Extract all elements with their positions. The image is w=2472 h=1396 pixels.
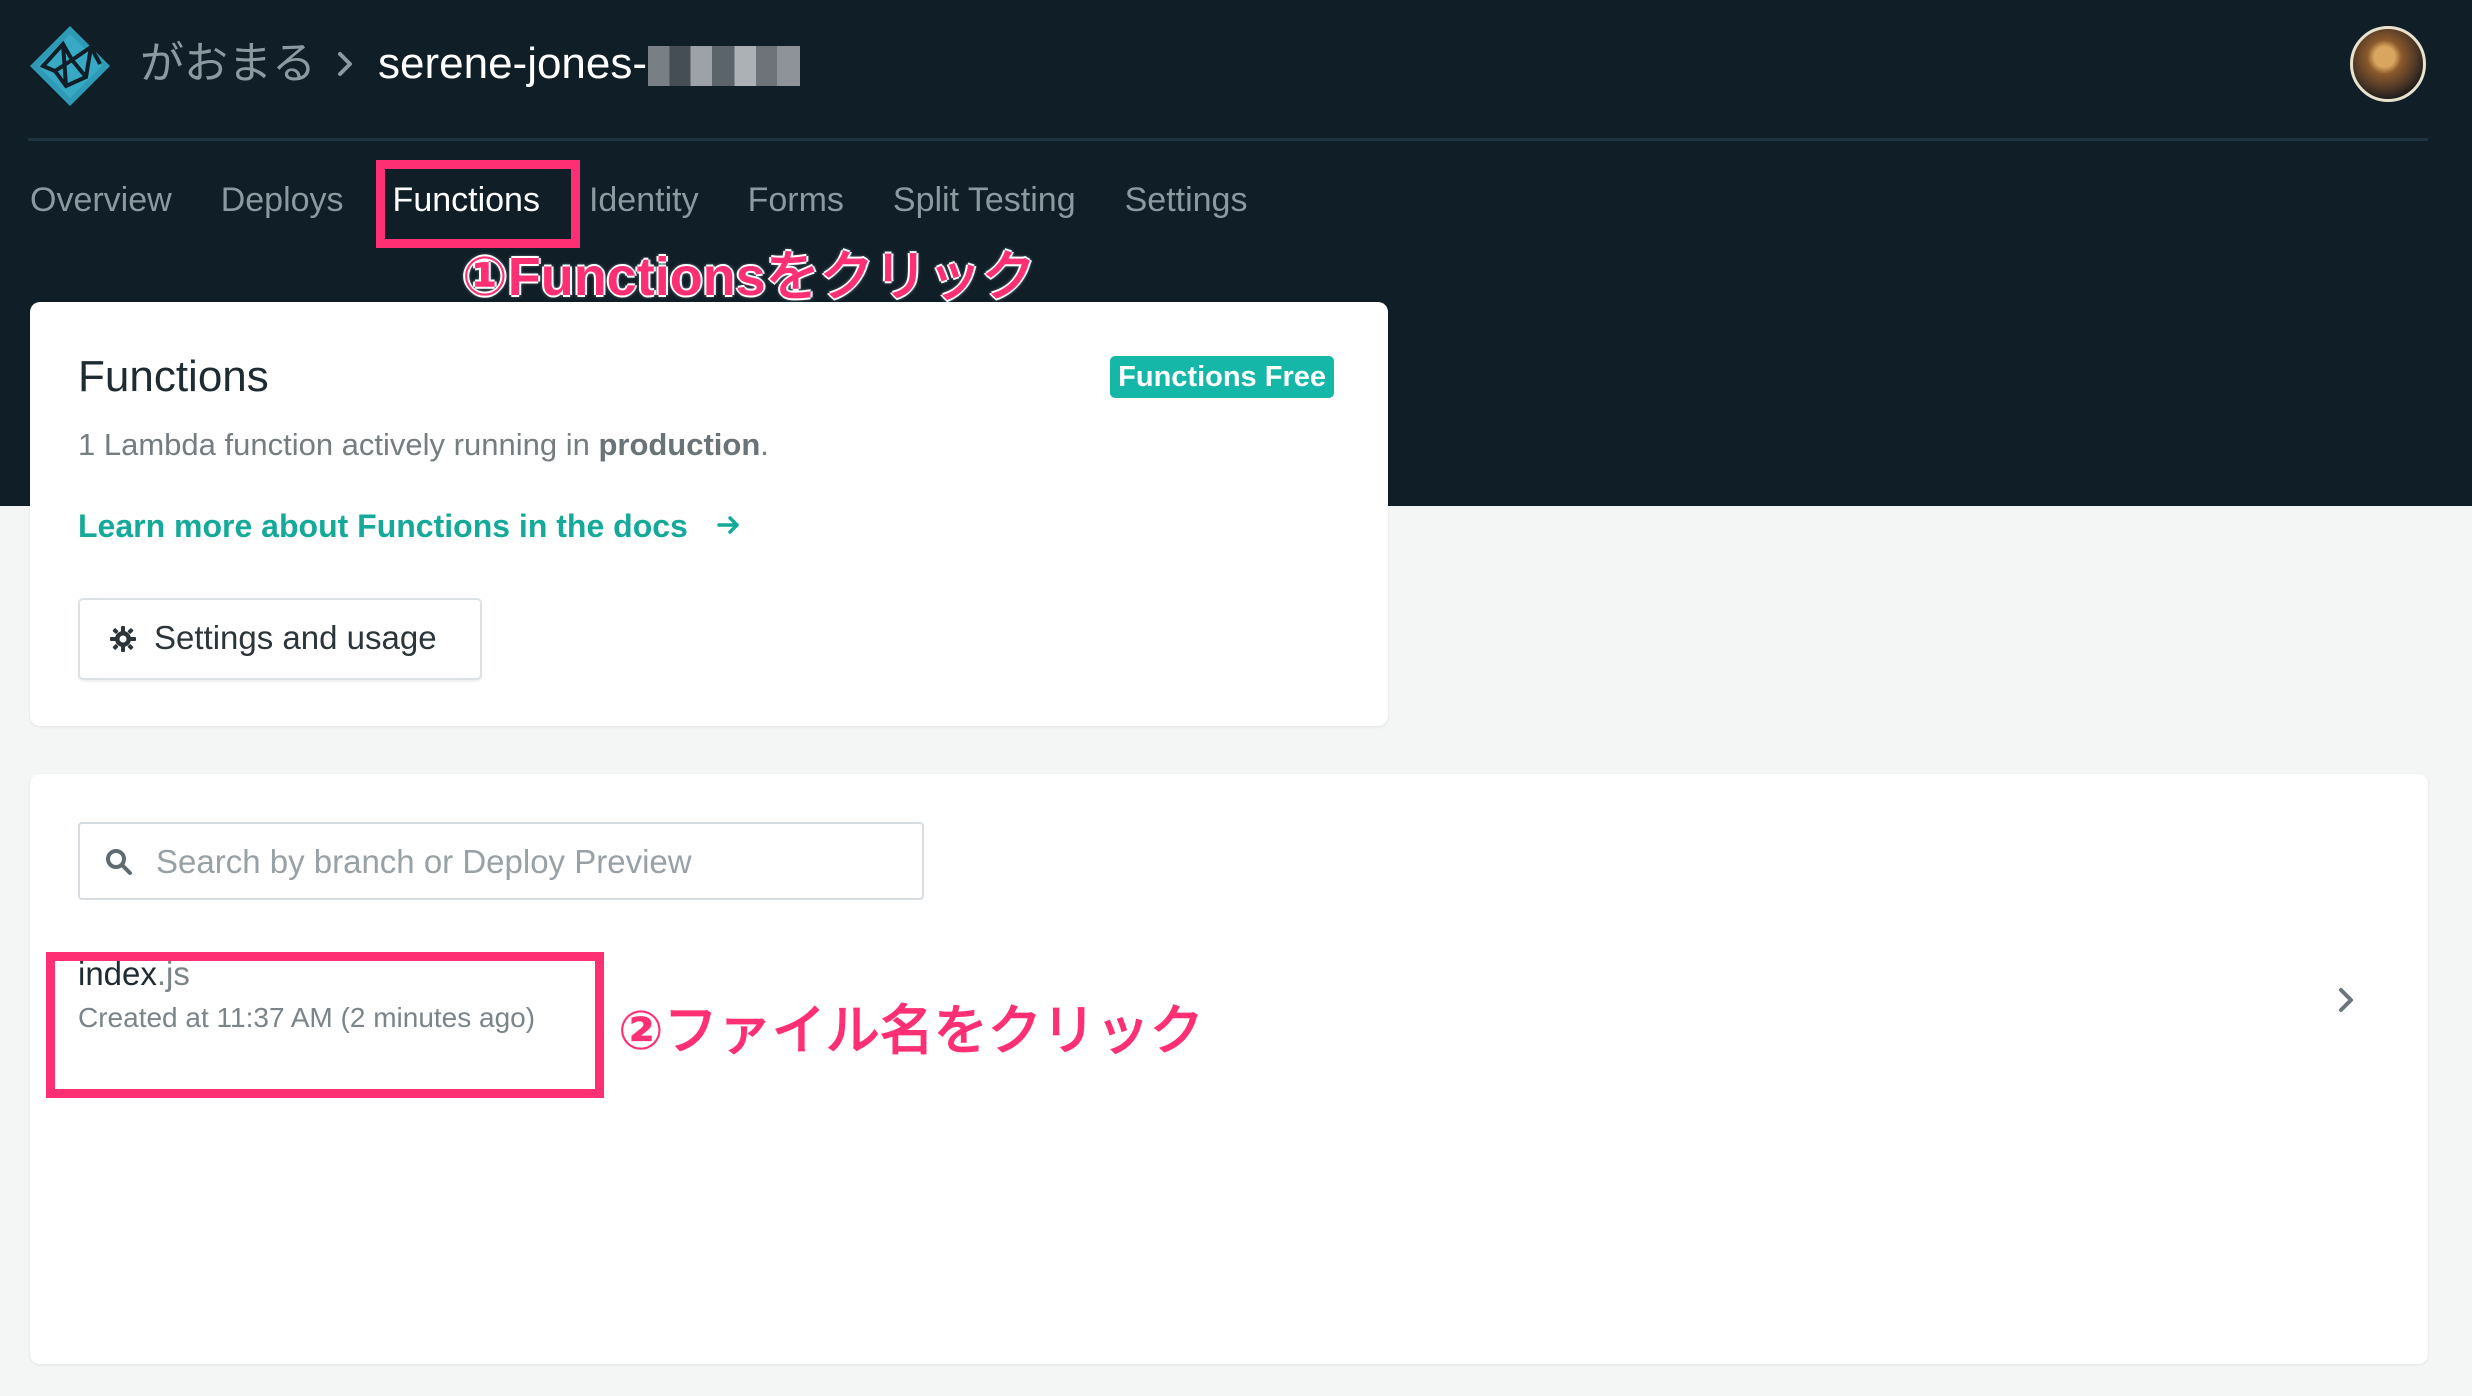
search-field[interactable] bbox=[78, 822, 924, 900]
page-title: Functions bbox=[78, 352, 269, 401]
tab-forms[interactable]: Forms bbox=[748, 170, 844, 230]
plan-badge: Functions Free bbox=[1110, 356, 1334, 398]
functions-description: 1 Lambda function actively running in pr… bbox=[78, 424, 769, 466]
search-input[interactable] bbox=[154, 836, 898, 888]
functions-description-prefix: 1 Lambda function actively running in bbox=[78, 427, 599, 462]
avatar[interactable] bbox=[2350, 26, 2426, 102]
functions-docs-link[interactable]: Learn more about Functions in the docs bbox=[78, 504, 688, 548]
chevron-right-icon bbox=[338, 52, 352, 76]
tab-identity[interactable]: Identity bbox=[589, 170, 699, 230]
tab-overview[interactable]: Overview bbox=[30, 170, 172, 230]
chevron-right-icon[interactable] bbox=[2334, 982, 2358, 1018]
settings-and-usage-label: Settings and usage bbox=[154, 619, 437, 656]
functions-description-suffix: . bbox=[760, 427, 769, 462]
netlify-logo-icon[interactable] bbox=[28, 24, 112, 108]
functions-summary-card: Functions Functions Free 1 Lambda functi… bbox=[30, 302, 1388, 726]
annotation-step-2: ②ファイル名をクリック bbox=[618, 1001, 1204, 1061]
tab-deploys[interactable]: Deploys bbox=[221, 170, 344, 230]
functions-description-emphasis: production bbox=[598, 427, 761, 462]
arrow-right-icon bbox=[717, 516, 739, 534]
gear-icon bbox=[110, 626, 136, 652]
site-navigation: Overview Deploys Functions Identity Form… bbox=[30, 170, 1247, 230]
annotation-highlight-file-name bbox=[46, 952, 604, 1098]
settings-and-usage-button[interactable]: Settings and usage bbox=[78, 598, 482, 680]
redacted-site-suffix bbox=[648, 46, 800, 86]
breadcrumb-site-name[interactable]: serene-jones- bbox=[378, 34, 647, 94]
search-icon bbox=[106, 849, 132, 875]
tab-settings[interactable]: Settings bbox=[1125, 170, 1248, 230]
tab-split-testing[interactable]: Split Testing bbox=[893, 170, 1076, 230]
header-divider bbox=[28, 138, 2428, 141]
annotation-highlight-functions-tab bbox=[376, 160, 580, 248]
breadcrumb-team-name[interactable]: がおまる bbox=[140, 34, 316, 94]
annotation-step-1: ①Functionsをクリック bbox=[462, 247, 1036, 307]
